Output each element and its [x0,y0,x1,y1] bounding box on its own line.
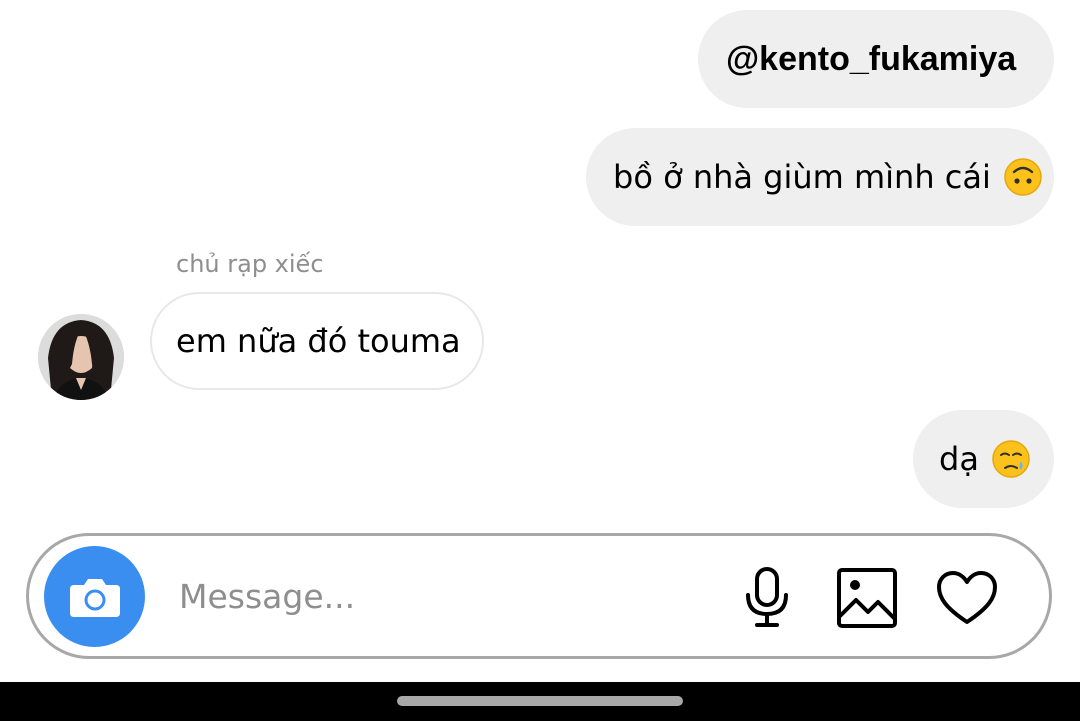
outgoing-message[interactable]: dạ [913,410,1054,508]
navigation-bar [0,682,1080,721]
outgoing-message-mention[interactable]: @kento_fukamiya [698,10,1054,108]
home-gesture-handle[interactable] [397,696,683,706]
chat-screen: @kento_fukamiya bồ ở nhà giùm mình cái c… [0,0,1080,721]
heart-icon [937,571,997,624]
outgoing-message[interactable]: bồ ở nhà giùm mình cái [586,128,1054,226]
microphone-button[interactable] [735,566,799,630]
message-composer [26,533,1052,659]
message-text: bồ ở nhà giùm mình cái [613,158,991,196]
camera-button[interactable] [44,546,145,647]
message-text: em nữa đó touma [176,322,461,360]
message-input[interactable] [179,566,699,626]
message-text: dạ [939,440,979,478]
avatar[interactable] [38,314,124,400]
camera-icon [69,578,120,617]
avatar-image [38,314,124,400]
face-holding-back-tears-icon [992,440,1030,478]
upside-down-face-icon [1004,158,1042,196]
image-icon [837,568,897,628]
gallery-button[interactable] [835,566,899,630]
like-button[interactable] [935,566,999,630]
incoming-message[interactable]: em nữa đó touma [150,292,484,390]
mention-text[interactable]: @kento_fukamiya [726,40,1016,79]
microphone-icon [746,567,788,627]
sender-name: chủ rạp xiếc [176,250,324,278]
